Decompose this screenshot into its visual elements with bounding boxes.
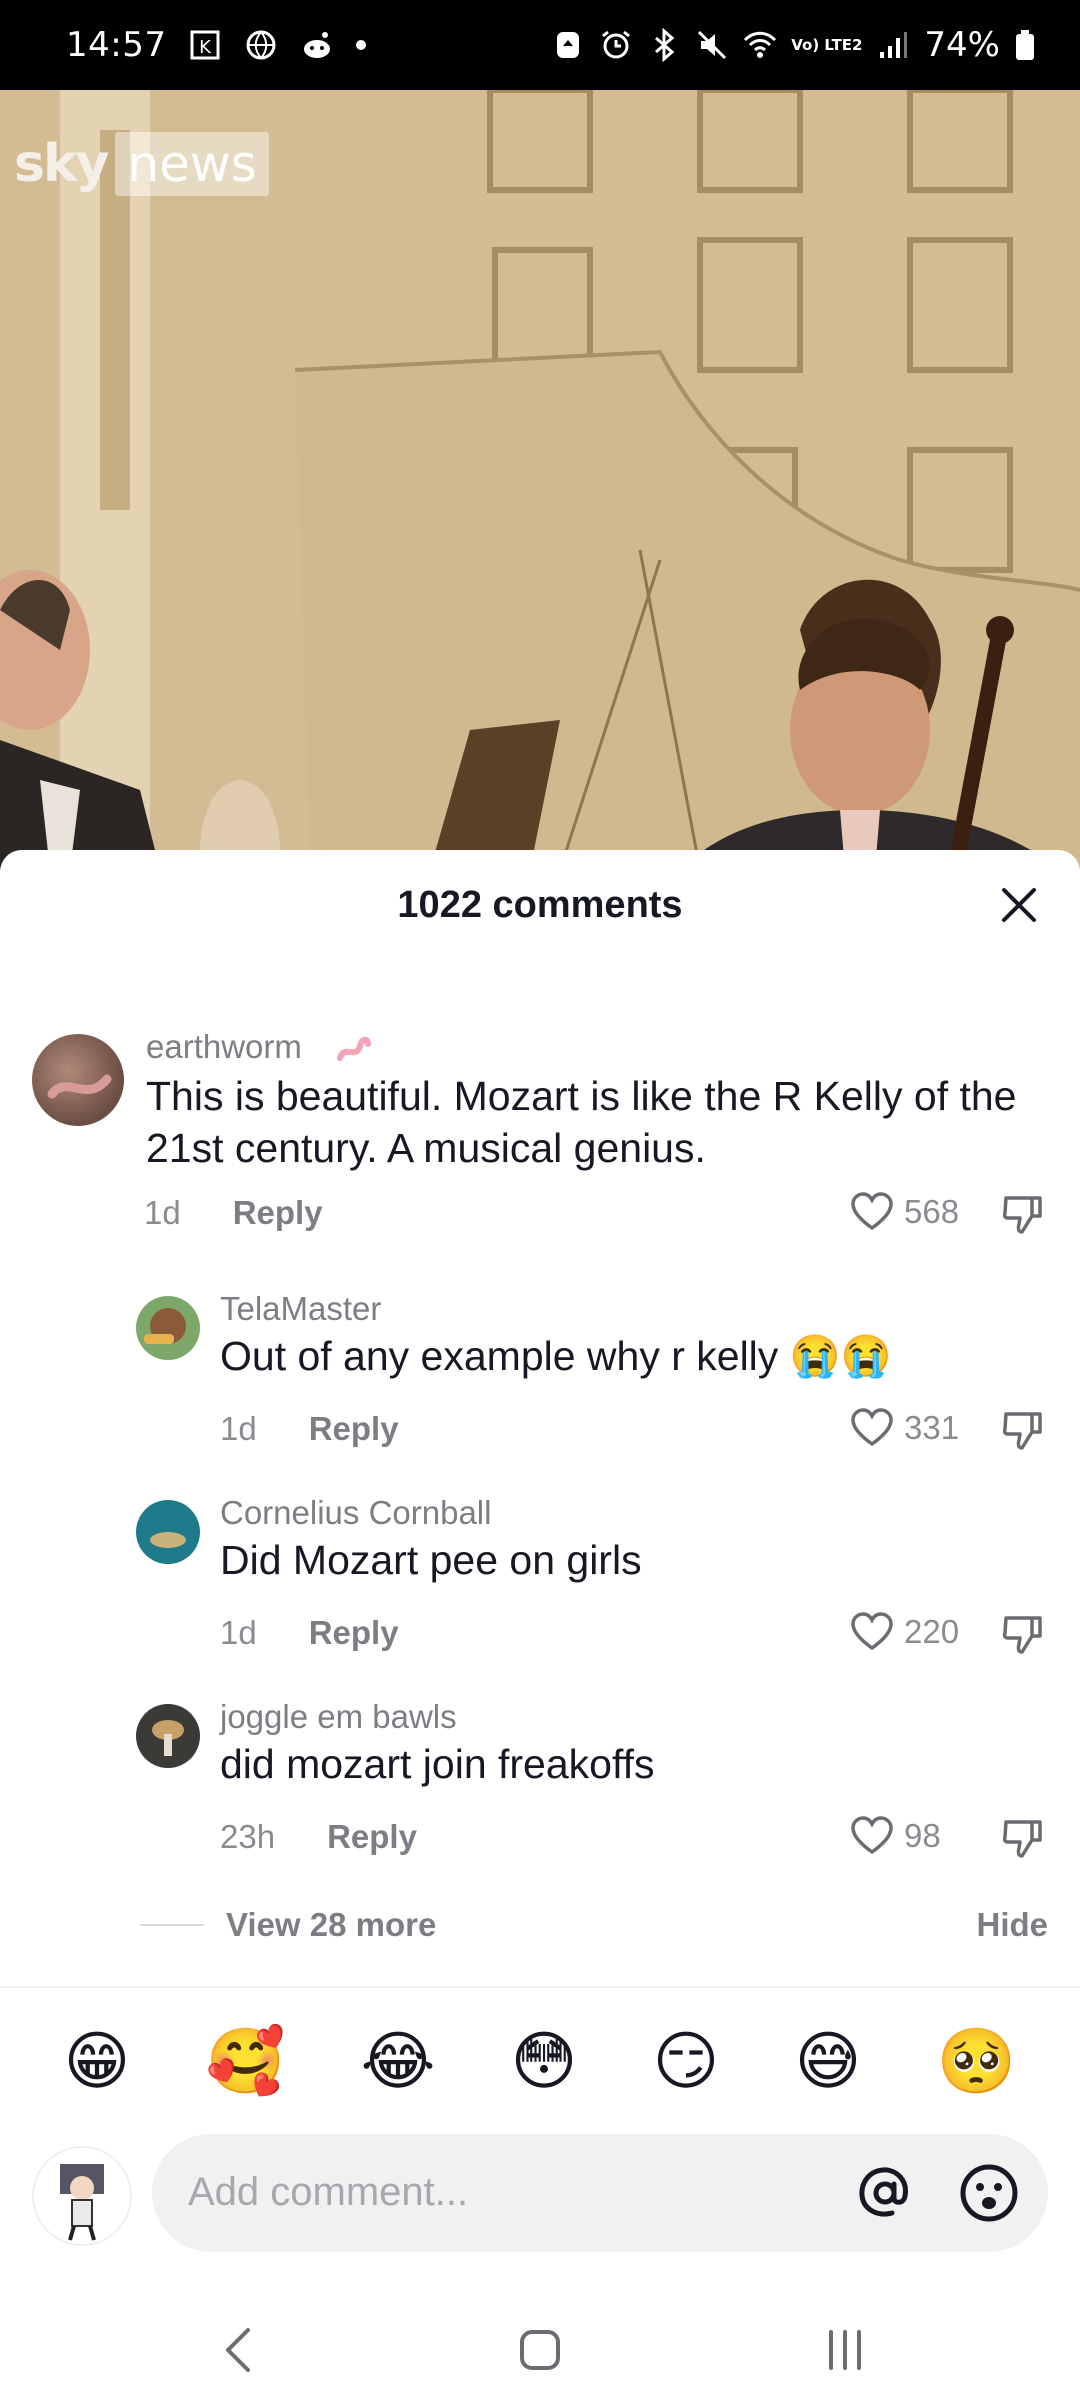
like-count: 98 bbox=[904, 1817, 941, 1854]
comment-meta: 23h Reply bbox=[220, 1818, 417, 1856]
like-button[interactable]: 331 bbox=[850, 1408, 959, 1448]
thread-divider-line bbox=[140, 1924, 204, 1926]
quick-emoji-smirk[interactable]: 😏 bbox=[653, 2022, 720, 2102]
comment-text: did mozart join freakoffs bbox=[220, 1741, 655, 1787]
alarm-icon bbox=[602, 30, 631, 59]
home-icon[interactable] bbox=[510, 2320, 570, 2380]
comment-username[interactable]: TelaMaster bbox=[220, 1290, 381, 1328]
quick-emoji-sweat-smile[interactable]: 😅 bbox=[795, 2022, 862, 2102]
comment-meta: 1d Reply bbox=[144, 1194, 323, 1232]
comment-meta: 1d Reply bbox=[220, 1614, 399, 1652]
like-count: 220 bbox=[904, 1613, 960, 1650]
sky-news-logo: sky news bbox=[14, 132, 269, 196]
quick-emoji-pleading[interactable]: 🥺 bbox=[937, 2022, 1017, 2102]
joggle-avatar-image bbox=[152, 1720, 184, 1756]
avatar[interactable] bbox=[136, 1296, 200, 1360]
comment-item: earthworm This is beautiful. Mozart is l… bbox=[0, 1020, 1080, 1250]
reply-button[interactable]: Reply bbox=[309, 1410, 399, 1448]
video-frame bbox=[0, 90, 1080, 870]
comment-age: 1d bbox=[144, 1194, 181, 1231]
reply-button[interactable]: Reply bbox=[309, 1614, 399, 1652]
recent-apps-icon[interactable] bbox=[815, 2320, 875, 2380]
status-time: 14:57 bbox=[66, 25, 167, 65]
comment-text: This is beautiful. Mozart is like the R … bbox=[146, 1073, 1017, 1171]
comment-username[interactable]: earthworm bbox=[146, 1028, 302, 1066]
my-avatar[interactable] bbox=[32, 2146, 132, 2246]
battery-icon bbox=[1016, 30, 1034, 60]
heart-icon bbox=[851, 1816, 893, 1855]
thread-controls: View 28 more Hide bbox=[140, 1900, 1048, 1950]
like-button[interactable]: 568 bbox=[850, 1192, 959, 1232]
worm-icon bbox=[337, 1036, 371, 1061]
reply-comment-item: joggle em bawls did mozart join freakoff… bbox=[0, 1694, 1080, 1874]
like-count: 331 bbox=[904, 1409, 960, 1446]
heart-icon bbox=[851, 1612, 893, 1651]
mute-icon bbox=[698, 30, 727, 60]
comment-age: 23h bbox=[220, 1818, 276, 1855]
logo-news-text: news bbox=[115, 132, 269, 196]
like-button[interactable]: 220 bbox=[850, 1612, 959, 1652]
notification-globe-icon bbox=[246, 30, 276, 60]
battery-percent: 74% bbox=[924, 25, 1000, 65]
comments-count-title: 1022 comments bbox=[397, 884, 683, 926]
svg-text:K: K bbox=[200, 37, 213, 58]
battery-saver-icon bbox=[557, 32, 580, 58]
mention-icon[interactable] bbox=[852, 2160, 918, 2226]
system-navigation-bar bbox=[0, 2280, 1080, 2400]
my-avatar-image bbox=[34, 2148, 130, 2244]
like-button[interactable]: 98 bbox=[850, 1816, 941, 1856]
hide-replies-button[interactable]: Hide bbox=[976, 1906, 1048, 1944]
earthworm-avatar-image bbox=[47, 1074, 112, 1099]
quick-emoji-joy[interactable]: 😂 bbox=[361, 2022, 436, 2102]
wifi-icon bbox=[744, 31, 777, 58]
reply-button[interactable]: Reply bbox=[327, 1818, 417, 1856]
logo-sky-text: sky bbox=[14, 134, 109, 194]
back-icon[interactable] bbox=[210, 2320, 270, 2380]
reply-button[interactable]: Reply bbox=[233, 1194, 323, 1232]
comments-header: 1022 comments bbox=[0, 850, 1080, 960]
status-bar: 14:57 K Vo) LTE2 74% bbox=[0, 0, 1080, 90]
network-type-label: Vo) LTE2 bbox=[791, 35, 863, 54]
reply-comment-item: TelaMaster Out of any example why r kell… bbox=[0, 1286, 1080, 1466]
comment-input-placeholder: Add comment... bbox=[188, 2170, 469, 2214]
avatar[interactable] bbox=[136, 1704, 200, 1768]
close-icon[interactable] bbox=[994, 880, 1044, 930]
dislike-icon[interactable] bbox=[1000, 1192, 1044, 1236]
quick-emoji-grin[interactable]: 😁 bbox=[64, 2022, 131, 2102]
reply-comment-item: Cornelius Cornball Did Mozart pee on gir… bbox=[0, 1490, 1080, 1670]
dislike-icon[interactable] bbox=[1000, 1408, 1044, 1452]
quick-emoji-bar: 😁 🥰 😂 😳 😏 😅 🥺 bbox=[0, 2020, 1080, 2104]
avatar[interactable] bbox=[136, 1500, 200, 1564]
quick-emoji-flushed[interactable]: 😳 bbox=[511, 2022, 578, 2102]
bluetooth-icon bbox=[655, 28, 675, 62]
comment-text: Did Mozart pee on girls bbox=[220, 1537, 642, 1583]
telamaster-avatar-image bbox=[144, 1308, 186, 1344]
comment-age: 1d bbox=[220, 1614, 257, 1651]
heart-icon bbox=[851, 1192, 893, 1231]
view-more-replies-button[interactable]: View 28 more bbox=[226, 1906, 436, 1944]
notification-k-icon: K bbox=[190, 30, 220, 60]
dislike-icon[interactable] bbox=[1000, 1816, 1044, 1860]
avatar[interactable] bbox=[32, 1034, 124, 1126]
dislike-icon[interactable] bbox=[1000, 1612, 1044, 1656]
comment-username[interactable]: Cornelius Cornball bbox=[220, 1494, 491, 1532]
comment-input[interactable]: Add comment... bbox=[152, 2134, 1048, 2252]
comment-username[interactable]: joggle em bawls bbox=[220, 1698, 457, 1736]
signal-icon bbox=[880, 32, 908, 58]
heart-icon bbox=[851, 1408, 893, 1447]
quick-emoji-hearts[interactable]: 🥰 bbox=[206, 2022, 286, 2102]
notification-reddit-icon bbox=[304, 32, 331, 58]
comment-age: 1d bbox=[220, 1410, 257, 1447]
video-player[interactable]: sky news bbox=[0, 90, 1080, 870]
comment-text: Out of any example why r kelly 😭😭 bbox=[220, 1333, 892, 1379]
notification-more-dot bbox=[356, 40, 367, 50]
comment-meta: 1d Reply bbox=[220, 1410, 399, 1448]
cornelius-avatar-image bbox=[150, 1532, 186, 1548]
like-count: 568 bbox=[904, 1193, 960, 1230]
emoji-picker-icon[interactable] bbox=[956, 2160, 1022, 2226]
composer-divider bbox=[0, 1986, 1080, 1988]
